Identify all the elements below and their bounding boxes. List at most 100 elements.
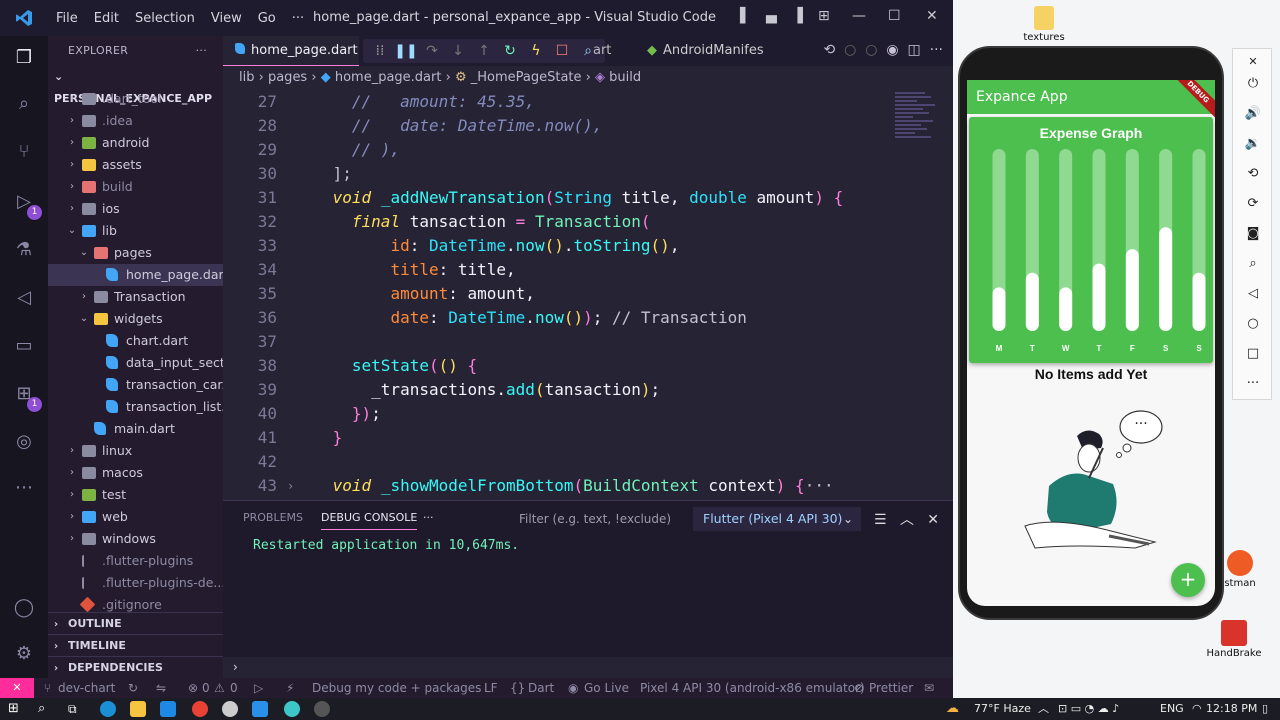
- go-live[interactable]: Go Live: [584, 678, 629, 698]
- tree-item[interactable]: data_input_secti...: [48, 352, 223, 374]
- maximize-icon[interactable]: ☐: [888, 8, 901, 24]
- more-icon[interactable]: ···: [1233, 369, 1273, 399]
- breadcrumb-lib[interactable]: lib: [239, 70, 254, 85]
- tree-item[interactable]: › assets: [48, 154, 223, 176]
- outline-section[interactable]: › OUTLINE: [48, 612, 223, 634]
- remote-icon[interactable]: ✕: [0, 678, 34, 698]
- gitlens-icon[interactable]: ◎: [12, 430, 36, 454]
- error-count[interactable]: 0: [202, 678, 210, 698]
- search-icon[interactable]: ⌕: [12, 92, 36, 116]
- debug-mode[interactable]: Debug my code + packages: [312, 678, 481, 698]
- file-explorer-icon[interactable]: [130, 701, 146, 717]
- explorer-more-icon[interactable]: ···: [196, 36, 207, 66]
- overview-icon[interactable]: □: [1233, 339, 1273, 369]
- minimize-icon[interactable]: —: [852, 8, 866, 24]
- breadcrumb-pages[interactable]: pages: [268, 70, 307, 85]
- git-branch[interactable]: dev-chart: [58, 678, 115, 698]
- drag-handle-icon[interactable]: ⁞⁞: [367, 43, 393, 59]
- windows-start-icon[interactable]: ⊞: [8, 701, 24, 717]
- line-ending[interactable]: LF: [484, 678, 498, 698]
- close-panel-icon[interactable]: ✕: [927, 512, 939, 528]
- tree-item[interactable]: main.dart: [48, 418, 223, 440]
- split-editor-icon[interactable]: ◫: [908, 42, 921, 58]
- search-icon[interactable]: ⌕: [38, 701, 54, 717]
- tree-item[interactable]: › web: [48, 506, 223, 528]
- code-editor[interactable]: 27 // amount: 45.35, 28 // date: DateTime…: [223, 90, 953, 498]
- breadcrumb-method[interactable]: build: [609, 70, 641, 85]
- more-views-icon[interactable]: ⋯: [12, 476, 36, 500]
- tab-partial[interactable]: art: [593, 36, 611, 66]
- step-over-icon[interactable]: ↷: [419, 43, 445, 59]
- toggle-panel-icon[interactable]: ▄: [766, 8, 777, 24]
- devtools-icon[interactable]: ◉: [886, 42, 898, 58]
- vscode-taskbar-icon[interactable]: [252, 701, 268, 717]
- tree-item[interactable]: ⌄ lib: [48, 220, 223, 242]
- extensions-icon[interactable]: ⊞ 1: [12, 382, 42, 412]
- tab-debug-console[interactable]: DEBUG CONSOLE: [321, 511, 418, 530]
- live-share-icon[interactable]: ⇋: [156, 678, 166, 698]
- app-taskbar-icon[interactable]: [284, 701, 300, 717]
- remote-explorer-icon[interactable]: ▭: [12, 334, 36, 358]
- camera-icon[interactable]: ◙: [1233, 219, 1273, 249]
- explorer-icon[interactable]: ❐: [12, 46, 36, 70]
- sync-icon[interactable]: ↻: [128, 678, 138, 698]
- back-icon[interactable]: ◁: [1233, 279, 1273, 309]
- tray-up-icon[interactable]: ︿: [1038, 698, 1049, 720]
- handbrake-shortcut[interactable]: HandBrake: [1199, 620, 1269, 659]
- tree-item[interactable]: ⌄ widgets: [48, 308, 223, 330]
- tree-item[interactable]: › .idea: [48, 110, 223, 132]
- timeline-section[interactable]: › TIMELINE: [48, 634, 223, 656]
- pause-icon[interactable]: ❚❚: [393, 43, 419, 59]
- device-selector[interactable]: Pixel 4 API 30 (android-x86 emulator): [640, 678, 865, 698]
- menu-edit[interactable]: Edit: [86, 11, 127, 26]
- fold-chevron-icon[interactable]: ›: [287, 474, 294, 498]
- run-debug-icon[interactable]: ▷ 1: [12, 190, 42, 220]
- console-prompt[interactable]: ›: [233, 660, 238, 674]
- warning-count[interactable]: 0: [230, 678, 238, 698]
- tree-item[interactable]: › windows: [48, 528, 223, 550]
- tray-icons[interactable]: ⊡ ▭ ◔ ☁ ♪: [1058, 698, 1119, 720]
- volume-down-icon[interactable]: 🔉: [1233, 129, 1273, 159]
- more-actions-icon[interactable]: ···: [930, 42, 943, 58]
- clock[interactable]: 12:18 PM: [1206, 698, 1257, 720]
- dependencies-section[interactable]: › DEPENDENCIES: [48, 656, 223, 678]
- tree-item[interactable]: › test: [48, 484, 223, 506]
- tree-item[interactable]: › android: [48, 132, 223, 154]
- go-forward-icon[interactable]: ○: [865, 42, 877, 58]
- volume-up-icon[interactable]: 🔊: [1233, 99, 1273, 129]
- settings-gear-icon[interactable]: ⚙: [12, 642, 36, 666]
- rotate-right-icon[interactable]: ⟳: [1233, 189, 1273, 219]
- panel-more-icon[interactable]: ···: [423, 511, 434, 524]
- customize-layout-icon[interactable]: ⊞: [818, 8, 830, 24]
- restart-icon[interactable]: ↻: [497, 43, 523, 59]
- tree-item[interactable]: ⌄ pages: [48, 242, 223, 264]
- menu-view[interactable]: View: [203, 11, 250, 26]
- tree-item[interactable]: › linux: [48, 440, 223, 462]
- tree-item[interactable]: › ios: [48, 198, 223, 220]
- emulator-taskbar-icon[interactable]: [314, 701, 330, 717]
- hot-reload-icon[interactable]: ϟ: [523, 43, 549, 59]
- source-control-icon[interactable]: ⑂: [12, 140, 36, 164]
- menu-selection[interactable]: Selection: [127, 11, 203, 26]
- task-view-icon[interactable]: ⧉: [68, 701, 84, 717]
- textures-folder[interactable]: textures: [1009, 6, 1079, 43]
- tree-item[interactable]: › macos: [48, 462, 223, 484]
- breadcrumb-file[interactable]: home_page.dart: [335, 70, 442, 85]
- tree-item[interactable]: home_page.dart: [48, 264, 223, 286]
- tree-item[interactable]: › Transaction: [48, 286, 223, 308]
- breadcrumb-class[interactable]: _HomePageState: [471, 70, 582, 85]
- tree-item[interactable]: › .dart_tool: [48, 88, 223, 110]
- rotate-left-icon[interactable]: ⟲: [1233, 159, 1273, 189]
- tree-item[interactable]: .flutter-plugins: [48, 550, 223, 572]
- notification-icon[interactable]: ▯: [1262, 698, 1268, 720]
- accounts-icon[interactable]: ◯: [12, 596, 36, 620]
- zoom-icon[interactable]: ⌕: [1233, 249, 1273, 279]
- stop-icon[interactable]: ☐: [549, 43, 575, 59]
- flask-icon[interactable]: ⚗: [12, 238, 36, 262]
- language-indicator[interactable]: ENG: [1160, 698, 1184, 720]
- toggle-secondary-sidebar-icon[interactable]: ▐: [792, 8, 803, 24]
- circle-icon[interactable]: ○: [844, 42, 856, 58]
- tree-item[interactable]: › build: [48, 176, 223, 198]
- project-root[interactable]: ⌄ PERSONAL_EXPANCE_APP: [48, 66, 223, 105]
- edge-icon[interactable]: [100, 701, 116, 717]
